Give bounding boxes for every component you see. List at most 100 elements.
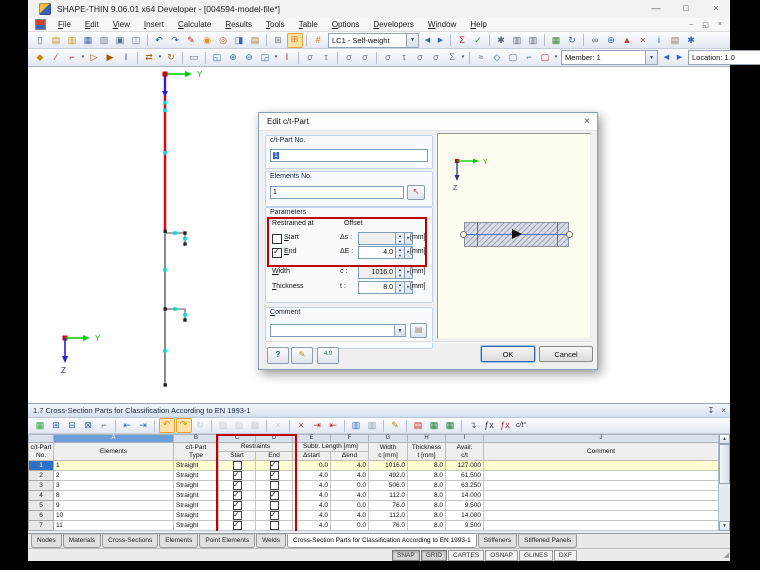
tab-materials[interactable]: Materials	[62, 534, 102, 548]
start-checkbox[interactable]	[232, 471, 242, 480]
view-filtered-icon[interactable]: ▥	[349, 419, 364, 432]
end-checkbox[interactable]	[272, 247, 282, 258]
cell-row-number[interactable]: 7	[28, 520, 54, 531]
view-all-icon[interactable]: ▥	[365, 419, 380, 432]
cell-width[interactable]: 112.0	[368, 490, 408, 501]
cell-type[interactable]: Straight	[173, 520, 219, 531]
cell-elements[interactable]: 9	[53, 500, 174, 511]
cell-empty[interactable]	[218, 530, 256, 531]
cell-avail-ct[interactable]: 61.500	[445, 470, 484, 481]
scroll-up-icon[interactable]: ▲	[719, 434, 730, 444]
column-letter-h[interactable]: H	[407, 434, 446, 443]
table-undo-icon[interactable]: ↶	[158, 418, 175, 433]
cell-avail-ct[interactable]: 14.000	[445, 510, 484, 521]
cell-delta-end[interactable]: 0.0	[330, 500, 369, 511]
menu-item-view[interactable]: View	[106, 20, 137, 29]
table-panel-close-icon[interactable]: ×	[721, 404, 726, 418]
new-line-icon[interactable]: ∕	[49, 51, 64, 64]
cell-restraint-start[interactable]	[218, 480, 256, 491]
pin-icon[interactable]: ↧	[708, 404, 715, 418]
cell-delta-start[interactable]: 4.0	[292, 520, 331, 531]
maximize-button[interactable]: □	[678, 1, 694, 16]
new-polyline-dropdown-icon[interactable]: ▾	[80, 51, 86, 64]
cell-thickness[interactable]: 8.0	[407, 520, 446, 531]
menu-item-options[interactable]: Options	[325, 20, 367, 29]
stress-points-dropdown-icon[interactable]: ▾	[460, 51, 466, 64]
menu-item-tools[interactable]: Tools	[259, 20, 292, 29]
column-letter-i[interactable]: I	[445, 434, 484, 443]
cell-row-number[interactable]: 3	[28, 480, 54, 491]
cell-width[interactable]: 1016.0	[368, 460, 408, 471]
cell-thickness[interactable]: 8.0	[407, 490, 446, 501]
excel-sync-icon[interactable]: ▦	[443, 419, 458, 432]
comment-dropdown-icon[interactable]: ▼	[394, 325, 405, 336]
formula-delete-icon[interactable]: ƒx	[498, 419, 513, 432]
cell-row-number[interactable]: 2	[28, 470, 54, 481]
stress-tau-max-icon[interactable]: τ	[397, 51, 412, 64]
header-thickness[interactable]: Thickness t [mm]	[407, 442, 446, 461]
column-letter-a[interactable]: A	[53, 434, 174, 443]
redo-icon[interactable]: ↷	[168, 34, 183, 47]
load-case-combo-arrow-icon[interactable]: ▼	[406, 33, 418, 47]
header-end[interactable]: End	[255, 451, 293, 461]
render-outline-icon[interactable]: ◎	[216, 34, 231, 47]
export-excel-icon[interactable]: ▦	[427, 419, 442, 432]
cell-restraint-start[interactable]	[218, 500, 256, 511]
open-model-icon[interactable]: ▤	[49, 34, 64, 47]
previous-table-icon[interactable]: ⇤	[120, 419, 135, 432]
menu-item-calculate[interactable]: Calculate	[171, 20, 218, 29]
numbering-icon[interactable]: #	[311, 34, 326, 47]
table-insert-icon[interactable]: ⊞	[49, 419, 64, 432]
member-combo-arrow-icon[interactable]: ▼	[645, 51, 657, 64]
cell-type[interactable]: Straight	[173, 500, 219, 511]
isometric-view-icon[interactable]: I	[280, 51, 295, 64]
cell-restraint-end[interactable]	[255, 460, 293, 471]
cell-delta-start[interactable]: 4.0	[292, 490, 331, 501]
cell-elements[interactable]: 11	[53, 520, 174, 531]
cell-comment[interactable]	[483, 470, 719, 481]
cell-type[interactable]: Straight	[173, 460, 219, 471]
effective-widths-tool-icon[interactable]: ▥	[526, 34, 541, 47]
cell-thickness[interactable]: 8.0	[407, 500, 446, 511]
pick-elements-icon[interactable]: ↖	[407, 185, 425, 200]
stress-sigma-v-icon[interactable]: σ	[381, 51, 396, 64]
select-node-icon[interactable]: ◆	[33, 51, 48, 64]
end-checkbox[interactable]	[269, 461, 279, 470]
project-navigator-icon[interactable]: ▤	[248, 34, 263, 47]
header-delta-end[interactable]: Δend	[330, 451, 369, 461]
cancel-button[interactable]: Cancel	[539, 346, 593, 362]
header-no[interactable]: c/t-Part No.	[28, 442, 54, 461]
cell-delta-end[interactable]: 0.0	[330, 520, 369, 531]
cell-delta-start[interactable]: 4.0	[292, 480, 331, 491]
cell-width[interactable]: 76.0	[368, 500, 408, 511]
edit-comment-button[interactable]: ✎	[291, 347, 313, 364]
cut-icon[interactable]: ▧	[216, 419, 231, 432]
cell-restraint-end[interactable]	[255, 470, 293, 481]
table-redo-icon[interactable]: ↷	[175, 418, 192, 433]
cell-empty[interactable]	[330, 530, 369, 531]
zoom-out-icon[interactable]: ⊖	[242, 51, 257, 64]
member-combo[interactable]: Member: 1 ▼	[561, 50, 658, 65]
tab-point-elements[interactable]: Point Elements	[199, 534, 256, 548]
cell-avail-ct[interactable]: 9.500	[445, 520, 484, 531]
clear-cells-icon[interactable]: ×	[271, 419, 286, 432]
scrollbar-thumb[interactable]	[719, 444, 730, 484]
cell-restraint-start[interactable]	[218, 470, 256, 481]
stress-sigma-1-icon[interactable]: σ	[342, 51, 357, 64]
result-panel-icon[interactable]: ▢	[506, 51, 521, 64]
status-toggle-grid[interactable]: GRID	[420, 549, 447, 561]
cell-restraint-end[interactable]	[255, 490, 293, 501]
comment-note-icon[interactable]: ▤	[668, 34, 683, 47]
menu-item-edit[interactable]: Edit	[78, 20, 106, 29]
origin-node[interactable]	[162, 71, 168, 77]
cell-empty[interactable]	[53, 530, 174, 531]
cell-comment[interactable]	[483, 500, 719, 511]
minimize-button[interactable]: —	[648, 1, 664, 16]
print-preview-icon[interactable]: ◫	[129, 34, 144, 47]
cell-restraint-start[interactable]	[218, 520, 256, 531]
cell-elements[interactable]: 2	[53, 470, 174, 481]
end-checkbox[interactable]	[269, 481, 279, 490]
cell-avail-ct[interactable]: 14.000	[445, 490, 484, 501]
cell-row-number[interactable]: 4	[28, 490, 54, 501]
cell-thickness[interactable]: 8.0	[407, 510, 446, 521]
